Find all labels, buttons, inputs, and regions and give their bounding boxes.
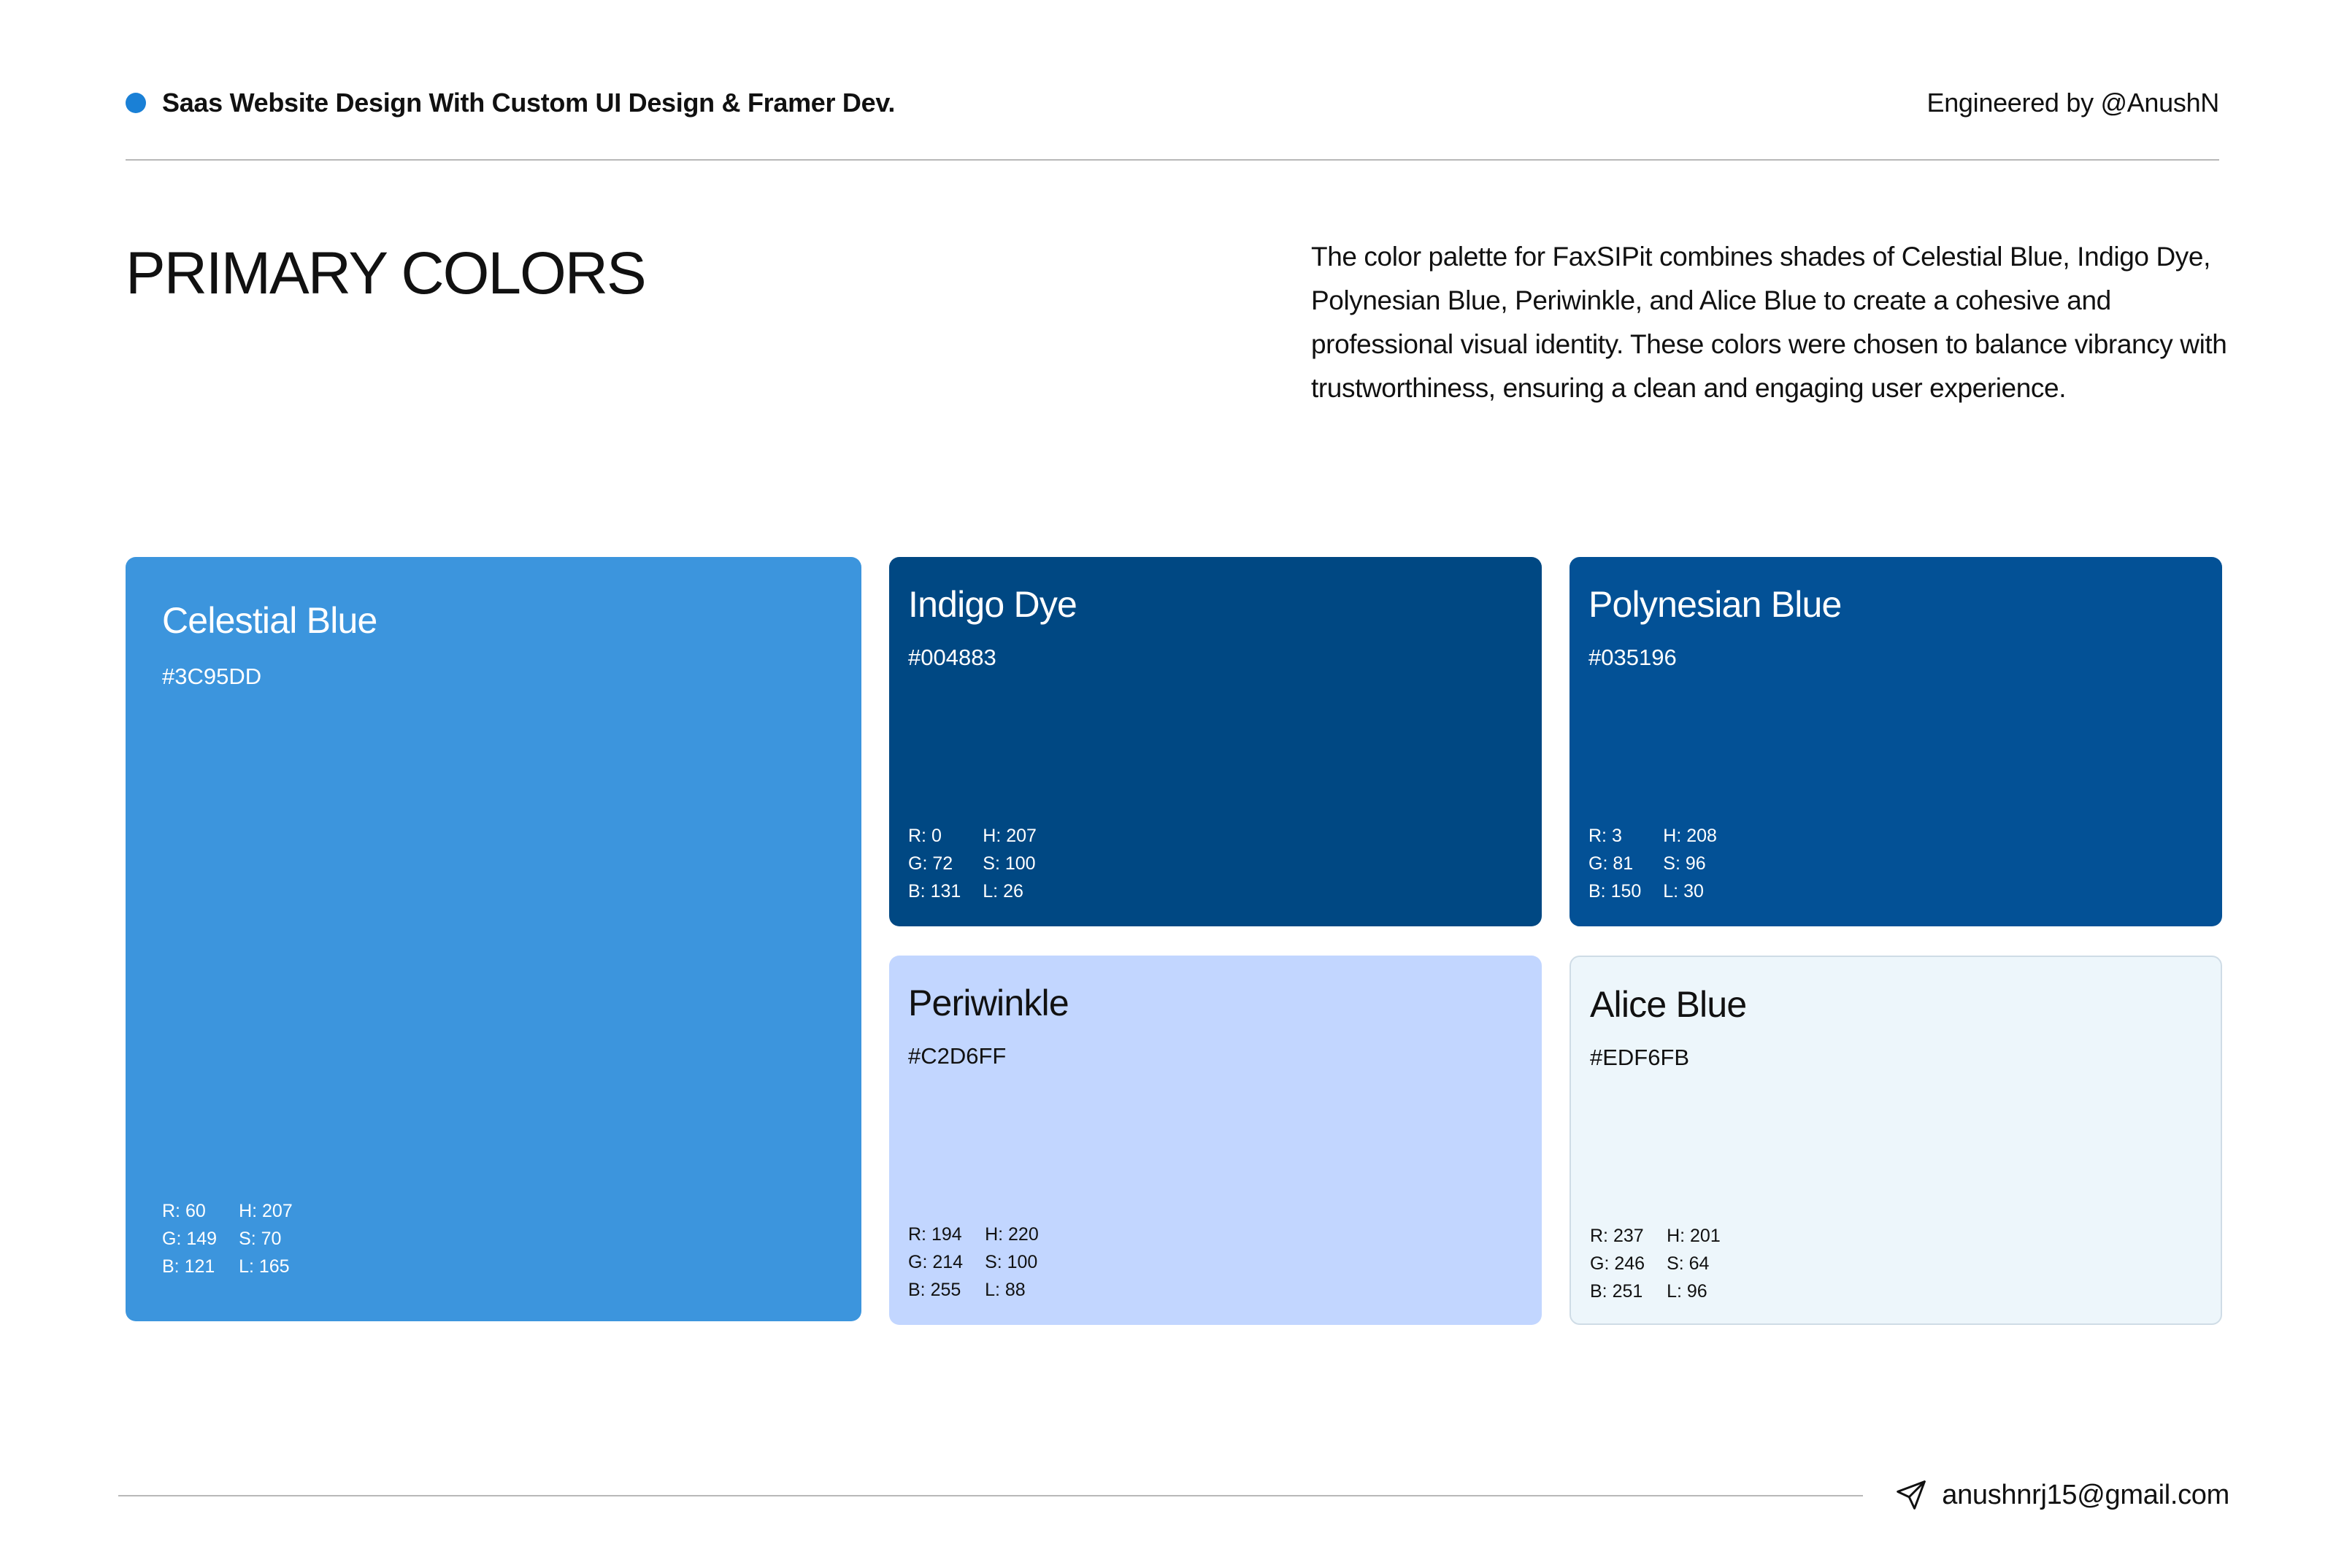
page: Saas Website Design With Custom UI Desig… [0,0,2336,1568]
swatch-values: R: 3 H: 208 G: 81 S: 96 B: 150 L: 30 [1588,824,1717,903]
swatch-name: Periwinkle [908,983,1069,1023]
swatch-value-r: R: 194 [908,1224,962,1245]
swatch-indigo-dye: Indigo Dye #004883 R: 0 H: 207 G: 72 S: … [889,557,1542,926]
swatch-periwinkle: Periwinkle #C2D6FF R: 194 H: 220 G: 214 … [889,956,1542,1325]
swatch-celestial-blue: Celestial Blue #3C95DD R: 60 H: 207 G: 1… [126,557,861,1321]
swatch-value-g: G: 72 [908,853,953,874]
swatch-value-l: L: 165 [239,1256,290,1277]
swatch-value-s: S: 96 [1663,853,1706,874]
swatch-value-h: H: 207 [983,826,1037,846]
swatch-values: R: 237 H: 201 G: 246 S: 64 B: 251 L: 96 [1590,1224,1721,1303]
swatch-value-g: G: 149 [162,1229,218,1249]
swatch-value-b: B: 131 [908,881,961,902]
swatch-value-b: B: 255 [908,1280,961,1300]
swatch-hex: #035196 [1588,645,1677,670]
swatch-value-b: B: 251 [1590,1281,1643,1302]
section-description: The color palette for FaxSIPit combines … [1311,242,2227,403]
swatch-value-l: L: 26 [983,881,1023,902]
swatch-value-l: L: 30 [1663,881,1704,902]
swatch-value-r: R: 60 [162,1201,206,1221]
swatch-value-b: B: 150 [1588,881,1642,902]
swatch-value-s: S: 100 [983,853,1036,874]
send-icon [1897,1480,1926,1510]
swatch-value-r: R: 3 [1588,826,1622,846]
header-divider [126,159,2219,161]
swatch-name: Alice Blue [1590,984,1747,1025]
header-left: Saas Website Design With Custom UI Desig… [126,88,895,118]
swatch-value-r: R: 0 [908,826,942,846]
header-title: Saas Website Design With Custom UI Desig… [162,88,896,118]
swatch-hex: #EDF6FB [1590,1045,1690,1070]
swatch-value-g: G: 214 [908,1252,964,1272]
swatch-values: R: 194 H: 220 G: 214 S: 100 B: 255 L: 88 [908,1223,1039,1302]
swatch-value-s: S: 100 [985,1252,1038,1272]
status-dot-icon [126,93,146,113]
swatch-value-g: G: 246 [1590,1253,1645,1274]
footer-contact[interactable]: anushnrj15@gmail.com [1895,1479,2229,1511]
swatch-hex: #C2D6FF [908,1043,1007,1069]
swatch-values: R: 0 H: 207 G: 72 S: 100 B: 131 L: 26 [908,824,1037,903]
swatch-name: Celestial Blue [162,600,377,641]
swatch-value-g: G: 81 [1588,853,1634,874]
swatch-name: Indigo Dye [908,584,1077,625]
swatch-value-r: R: 237 [1590,1226,1644,1246]
footer-divider [118,1495,1863,1496]
swatch-polynesian-blue: Polynesian Blue #035196 R: 3 H: 208 G: 8… [1570,557,2222,926]
swatch-alice-blue: Alice Blue #EDF6FB R: 237 H: 201 G: 246 … [1570,956,2222,1325]
swatch-value-l: L: 88 [985,1280,1026,1300]
swatch-hex: #004883 [908,645,996,670]
swatch-value-h: H: 201 [1667,1226,1721,1246]
swatch-value-h: H: 207 [239,1201,293,1221]
swatch-value-s: S: 64 [1667,1253,1710,1274]
swatch-value-h: H: 220 [985,1224,1039,1245]
swatch-value-s: S: 70 [239,1229,282,1249]
swatch-name: Polynesian Blue [1588,584,1842,625]
header-credit: Engineered by @AnushN [1926,88,2220,118]
swatch-value-l: L: 96 [1667,1281,1707,1302]
section-title: PRIMARY COLORS [126,240,647,307]
contact-email-link[interactable]: anushnrj15@gmail.com [1942,1480,2229,1511]
swatch-hex: #3C95DD [162,664,262,689]
swatch-value-b: B: 121 [162,1256,215,1277]
swatch-values: R: 60 H: 207 G: 149 S: 70 B: 121 L: 165 [162,1199,293,1278]
swatch-value-h: H: 208 [1663,826,1717,846]
